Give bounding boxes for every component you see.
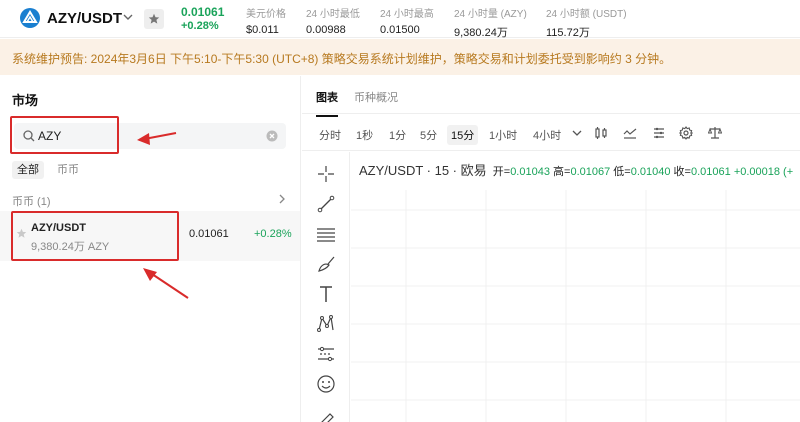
horizontal-lines-icon[interactable] — [316, 224, 336, 244]
timeframe-1m[interactable]: 1分 — [389, 127, 406, 143]
indicator-icon[interactable] — [623, 126, 637, 140]
crosshair-icon[interactable] — [316, 164, 336, 184]
tab-chart[interactable]: 图表 — [316, 89, 338, 117]
high-label: 高= — [553, 166, 571, 178]
ohlc-legend: AZY/USDT · 15 · 欧易 开=0.01043 高=0.01067 低… — [359, 160, 793, 179]
chart-grid — [351, 190, 800, 422]
timeframe-tick[interactable]: 分时 — [319, 127, 341, 143]
drawing-toolbar — [302, 152, 350, 422]
change-value: +0.00018 (+ — [733, 166, 794, 178]
gear-icon[interactable] — [679, 126, 693, 140]
emoji-icon[interactable] — [316, 374, 336, 394]
high-value: 0.01067 — [570, 166, 611, 178]
trend-line-icon[interactable] — [316, 194, 336, 214]
low-value: 0.01040 — [630, 166, 671, 178]
chevron-down-icon[interactable] — [570, 126, 584, 140]
chart-toolbar: 分时 1秒 1分 5分 15分 1小时 4小时 — [302, 115, 800, 151]
open-label: 开= — [492, 166, 511, 178]
chart-canvas[interactable]: AZY/USDT · 15 · 欧易 开=0.01043 高=0.01067 低… — [351, 152, 800, 422]
low-label: 低= — [613, 166, 631, 178]
balance-icon[interactable] — [708, 126, 722, 140]
timeframe-4h[interactable]: 4小时 — [533, 127, 561, 143]
annotation-arrow-search — [137, 132, 177, 145]
timeframe-1h[interactable]: 1小时 — [489, 127, 517, 143]
timeframe-15m[interactable]: 15分 — [447, 125, 479, 145]
measure-icon[interactable] — [316, 344, 336, 364]
chart-symbol-title: AZY/USDT · 15 · 欧易 — [359, 163, 487, 178]
annotation-arrow-row — [143, 268, 189, 299]
open-value: 0.01043 — [510, 166, 550, 178]
brush-icon[interactable] — [316, 254, 336, 274]
close-value: 0.01061 — [690, 166, 731, 178]
timeframe-5m[interactable]: 5分 — [420, 127, 437, 143]
chart-tabs: 图表 币种概况 — [302, 76, 800, 117]
timeframe-1s[interactable]: 1秒 — [356, 127, 373, 143]
pattern-icon[interactable] — [316, 314, 336, 334]
candlestick-icon[interactable] — [594, 126, 608, 140]
close-label: 收= — [673, 166, 691, 178]
settings-list-icon[interactable] — [652, 126, 666, 140]
tab-coin-overview[interactable]: 币种概况 — [354, 89, 398, 105]
ruler-icon[interactable] — [316, 408, 336, 422]
text-icon[interactable] — [316, 284, 336, 304]
